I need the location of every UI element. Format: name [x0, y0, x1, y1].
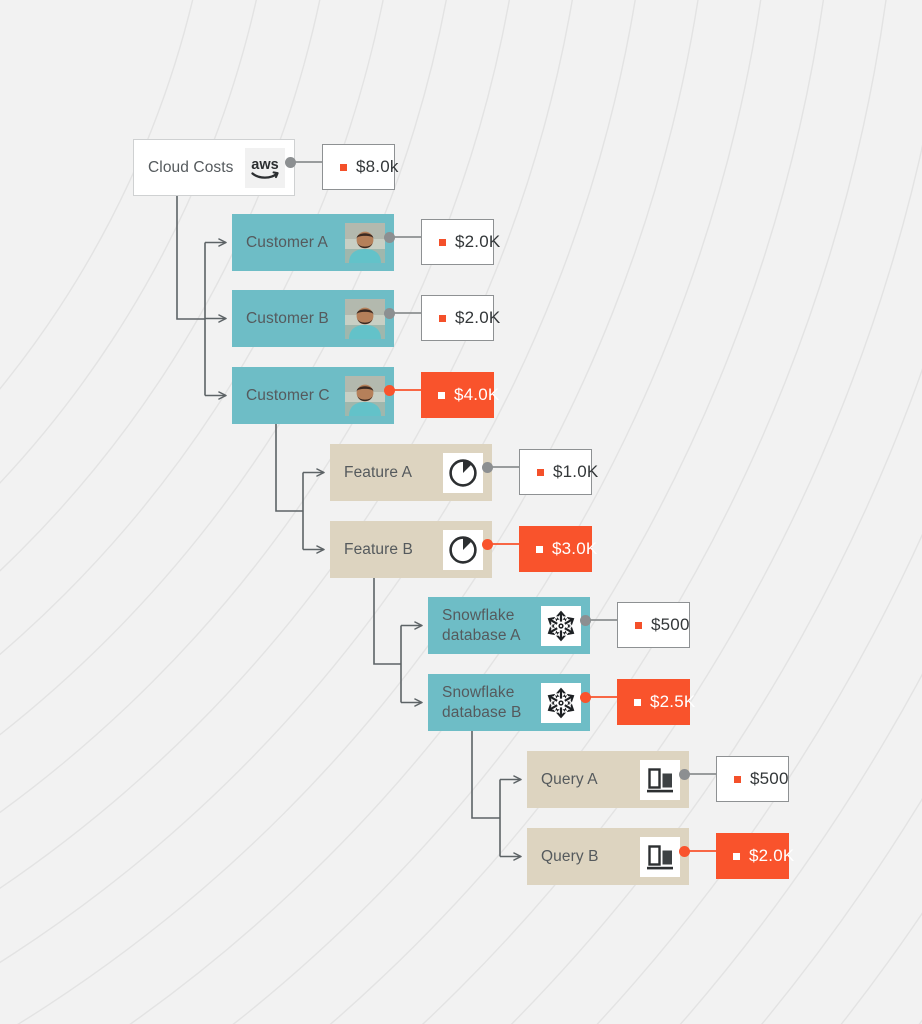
snowflake-logo-icon [541, 682, 581, 723]
connector-dot-customer-a [384, 232, 395, 243]
pie-chart-icon [443, 452, 483, 493]
node-label: Query B [541, 847, 599, 865]
badge-bullet-icon [439, 238, 446, 246]
connector-dot-customer-c [384, 385, 395, 396]
badge-bullet-icon [634, 698, 641, 706]
node-label: Query A [541, 770, 598, 788]
badge-value: $2.5K [650, 692, 696, 711]
value-badge-snowflake-database-b[interactable]: $2.5K [617, 679, 695, 725]
value-badge-cloud-costs[interactable]: $8.0k [322, 144, 398, 190]
node-feature-a[interactable]: Feature A [330, 444, 492, 501]
badge-bullet-icon [635, 621, 642, 629]
pie-chart-icon [443, 529, 483, 570]
value-badge-customer-b[interactable]: $2.0K [421, 295, 500, 341]
value-badge-query-a[interactable]: $500 [716, 756, 789, 802]
node-snowflake-database-a[interactable]: Snowflake database A [428, 597, 590, 654]
value-badge-customer-a[interactable]: $2.0K [421, 219, 500, 265]
badge-value: $1.0K [553, 462, 599, 481]
node-label: Feature A [344, 463, 413, 481]
badge-bullet-icon [734, 775, 741, 783]
value-badge-feature-a[interactable]: $1.0K [519, 449, 598, 495]
value-badge-customer-c[interactable]: $4.0K [421, 372, 499, 418]
badge-value: $3.0K [552, 539, 598, 558]
connector-dot-query-b [679, 846, 690, 857]
node-query-a[interactable]: Query A [527, 751, 689, 808]
badge-value: $500 [651, 615, 690, 634]
badge-bullet-icon [537, 468, 544, 476]
badge-value: $4.0K [454, 385, 500, 404]
badge-value: $8.0k [356, 157, 399, 176]
node-query-b[interactable]: Query B [527, 828, 689, 885]
badge-value: $500 [750, 769, 789, 788]
connector-dot-snowflake-database-a [580, 615, 591, 626]
value-badge-snowflake-database-a[interactable]: $500 [617, 602, 690, 648]
badge-value: $2.0K [455, 308, 501, 327]
value-badge-query-b[interactable]: $2.0K [716, 833, 794, 879]
connector-dot-cloud-costs [285, 157, 296, 168]
node-label: Feature B [344, 540, 413, 558]
node-customer-a[interactable]: Customer A [232, 214, 394, 271]
badge-bullet-icon [340, 163, 347, 171]
node-snowflake-database-b[interactable]: Snowflake database B [428, 674, 590, 731]
connector-dot-query-a [679, 769, 690, 780]
badge-bullet-icon [536, 545, 543, 553]
person-photo-icon [345, 298, 385, 339]
node-label: Snowflake database A [442, 606, 521, 644]
node-customer-b[interactable]: Customer B [232, 290, 394, 347]
aws-logo-icon: aws [245, 147, 285, 188]
node-cloud-costs[interactable]: Cloud Costs aws [133, 139, 295, 196]
connector-dot-snowflake-database-b [580, 692, 591, 703]
snowflake-logo-icon [541, 605, 581, 646]
badge-value: $2.0K [749, 846, 795, 865]
bar-chart-icon [640, 836, 680, 877]
node-feature-b[interactable]: Feature B [330, 521, 492, 578]
badge-bullet-icon [438, 391, 445, 399]
node-customer-c[interactable]: Customer C [232, 367, 394, 424]
svg-text:aws: aws [251, 157, 278, 173]
connector-dot-customer-b [384, 308, 395, 319]
node-label: Cloud Costs [148, 158, 234, 176]
connector-dot-feature-b [482, 539, 493, 550]
badge-value: $2.0K [455, 232, 501, 251]
node-label: Customer A [246, 233, 328, 251]
node-label: Snowflake database B [442, 683, 522, 721]
node-label: Customer B [246, 309, 329, 327]
person-photo-icon [345, 222, 385, 263]
badge-bullet-icon [439, 314, 446, 322]
badge-bullet-icon [733, 852, 740, 860]
connector-dot-feature-a [482, 462, 493, 473]
person-photo-icon [345, 375, 385, 416]
node-label: Customer C [246, 386, 330, 404]
bar-chart-icon [640, 759, 680, 800]
value-badge-feature-b[interactable]: $3.0K [519, 526, 597, 572]
